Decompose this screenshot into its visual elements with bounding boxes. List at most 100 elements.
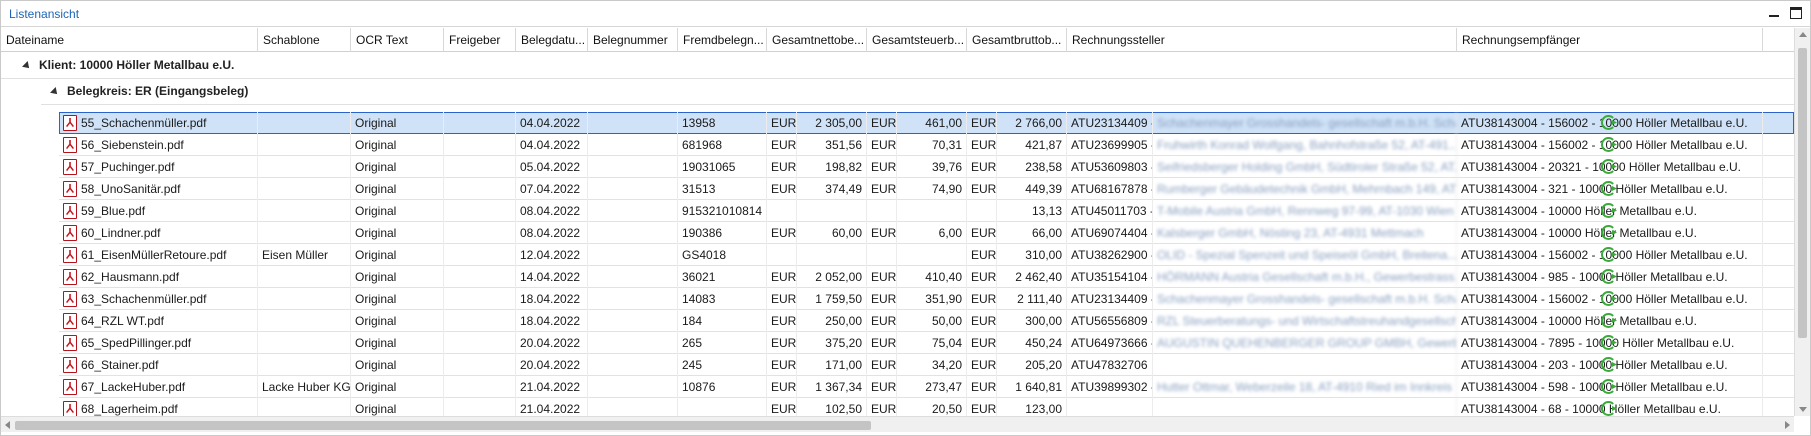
cell-belegnummer <box>588 288 678 310</box>
cell-fremdbelegnummer: 681968 <box>678 134 767 156</box>
expand-arrow-icon[interactable] <box>22 60 32 71</box>
column-header-rechnungsempfaenger[interactable]: Rechnungsempfänger <box>1457 28 1763 52</box>
table-row[interactable]: 59_Blue.pdf Original 08.04.2022 91532101081… <box>59 200 1794 222</box>
table-row[interactable]: 56_Siebenstein.pdf Original 04.04.2022 6819… <box>59 134 1794 156</box>
sync-icon[interactable] <box>1601 203 1616 218</box>
column-header-fremdbelegnummer[interactable]: Fremdbelegn... <box>678 28 767 52</box>
column-header-rechnungssteller[interactable]: Rechnungssteller <box>1067 28 1457 52</box>
column-header-schablone[interactable]: Schablone <box>258 28 351 52</box>
table-row[interactable]: 65_SpedPillinger.pdf Original 20.04.2022 26… <box>59 332 1794 354</box>
column-header-belegdatum[interactable]: Belegdatu... <box>516 28 588 52</box>
scroll-up-icon[interactable] <box>1799 32 1807 37</box>
table-row[interactable]: 57_Puchinger.pdf Original 05.04.2022 190310… <box>59 156 1794 178</box>
table-row[interactable]: 67_LackeHuber.pdf Lacke Huber KG Original 2… <box>59 376 1794 398</box>
scroll-left-icon[interactable] <box>5 421 10 429</box>
sync-icon[interactable] <box>1601 159 1616 174</box>
scroll-down-icon[interactable] <box>1799 407 1807 412</box>
cell-dateiname: 58_UnoSanitär.pdf <box>59 178 258 200</box>
cell-belegnummer <box>588 156 678 178</box>
cell-currency: EUR <box>767 310 797 332</box>
cell-gesamtbrutto: 2 111,40 <box>997 288 1067 310</box>
cell-currency: EUR <box>767 332 797 354</box>
sync-icon[interactable] <box>1601 357 1616 372</box>
cell-fremdbelegnummer: 19031065 <box>678 156 767 178</box>
horizontal-scroll-thumb[interactable] <box>15 421 871 430</box>
cell-belegnummer <box>588 178 678 200</box>
group-header-belegkreis[interactable]: Belegkreis: ER (Eingangsbeleg) <box>50 78 248 104</box>
column-header-row: Dateiname Schablone OCR Text Freigeber B… <box>1 28 1794 52</box>
maximize-icon[interactable] <box>1790 7 1802 19</box>
group-header-klient[interactable]: Klient: 10000 Höller Metallbau e.U. <box>22 52 235 78</box>
cell-gesamtnetto: 1 759,50 <box>797 288 867 310</box>
cell-currency: EUR <box>767 288 797 310</box>
cell-rechnungssteller-name: AUGUSTIN QUEHENBERGER GROUP GMBH, Gewerb… <box>1153 332 1457 354</box>
sync-icon[interactable] <box>1601 269 1616 284</box>
column-header-dateiname[interactable]: Dateiname <box>1 28 258 52</box>
cell-belegnummer <box>588 112 678 134</box>
cell-freigeber <box>444 266 516 288</box>
cell-ocr-text: Original <box>351 354 444 376</box>
cell-gesamtbrutto: 13,13 <box>997 200 1067 222</box>
cell-currency: EUR <box>767 354 797 376</box>
table-row[interactable]: 66_Stainer.pdf Original 20.04.2022 245 EUR 17… <box>59 354 1794 376</box>
sync-icon[interactable] <box>1601 291 1616 306</box>
cell-currency: EUR <box>867 398 897 416</box>
cell-gesamtbrutto: 310,00 <box>997 244 1067 266</box>
cell-belegnummer <box>588 376 678 398</box>
group-label: Klient: 10000 Höller Metallbau e.U. <box>39 58 235 72</box>
cell-gesamtbrutto: 205,20 <box>997 354 1067 376</box>
cell-gesamtnetto: 375,20 <box>797 332 867 354</box>
column-header-freigeber[interactable]: Freigeber <box>444 28 516 52</box>
column-header-belegnummer[interactable]: Belegnummer <box>588 28 678 52</box>
table-row[interactable]: 55_Schachenmüller.pdf Original 04.04.2022 1… <box>59 112 1794 134</box>
cell-currency <box>967 200 997 222</box>
sync-icon[interactable] <box>1601 115 1616 130</box>
cell-schablone <box>258 266 351 288</box>
scroll-right-icon[interactable] <box>1785 421 1790 429</box>
cell-dateiname: 59_Blue.pdf <box>59 200 258 222</box>
sync-icon[interactable] <box>1601 313 1616 328</box>
cell-fremdbelegnummer: 184 <box>678 310 767 332</box>
cell-gesamtbrutto: 300,00 <box>997 310 1067 332</box>
column-header-gesamtsteuer[interactable]: Gesamtsteuerb... <box>867 28 967 52</box>
vertical-scroll-thumb[interactable] <box>1798 48 1807 338</box>
expand-arrow-icon[interactable] <box>50 86 60 97</box>
sync-icon[interactable] <box>1601 335 1616 350</box>
cell-dateiname: 63_Schachenmüller.pdf <box>59 288 258 310</box>
cell-gesamtsteuer: 34,20 <box>897 354 967 376</box>
table-row[interactable]: 58_UnoSanitär.pdf Original 07.04.2022 31513… <box>59 178 1794 200</box>
sync-icon[interactable] <box>1601 225 1616 240</box>
cell-dateiname: 62_Hausmann.pdf <box>59 266 258 288</box>
cell-freigeber <box>444 112 516 134</box>
cell-rechnungssteller-name: Fruhwirth Konrad Wolfgang, Bahnhofstraße… <box>1153 134 1457 156</box>
cell-fremdbelegnummer: 14083 <box>678 288 767 310</box>
cell-rechnungssteller-id: ATU39899302 - <box>1067 376 1153 398</box>
cell-ocr-text: Original <box>351 288 444 310</box>
table-row[interactable]: 62_Hausmann.pdf Original 14.04.2022 36021 EU… <box>59 266 1794 288</box>
sync-icon[interactable] <box>1601 379 1616 394</box>
table-row[interactable]: 68_Lagerheim.pdf Original 21.04.2022 EUR 102… <box>59 398 1794 416</box>
cell-dateiname: 61_EisenMüllerRetoure.pdf <box>59 244 258 266</box>
cell-gesamtnetto: 1 367,34 <box>797 376 867 398</box>
table-row[interactable]: 64_RZL WT.pdf Original 18.04.2022 184 EUR 250… <box>59 310 1794 332</box>
column-header-gesamtnetto[interactable]: Gesamtnettobe... <box>767 28 867 52</box>
cell-ocr-text: Original <box>351 156 444 178</box>
minimize-icon[interactable] <box>1768 7 1780 19</box>
sync-icon[interactable] <box>1601 247 1616 262</box>
sync-icon[interactable] <box>1601 137 1616 152</box>
sync-icon[interactable] <box>1601 401 1616 416</box>
column-header-gesamtbrutto[interactable]: Gesamtbruttob... <box>967 28 1067 52</box>
column-header-ocr-text[interactable]: OCR Text <box>351 28 444 52</box>
table-row[interactable]: 60_Lindner.pdf Original 08.04.2022 190386 EU… <box>59 222 1794 244</box>
cell-schablone <box>258 200 351 222</box>
table-row[interactable]: 61_EisenMüllerRetoure.pdf Eisen Müller Ori… <box>59 244 1794 266</box>
cell-currency: EUR <box>867 354 897 376</box>
cell-rechnungssteller-name: Seifriedsberger Holding GmbH, Südtiroler… <box>1153 156 1457 178</box>
vertical-scrollbar[interactable] <box>1794 28 1810 416</box>
cell-ocr-text: Original <box>351 266 444 288</box>
cell-currency: EUR <box>867 112 897 134</box>
sync-icon[interactable] <box>1601 181 1616 196</box>
cell-gesamtsteuer: 50,00 <box>897 310 967 332</box>
horizontal-scrollbar[interactable] <box>1 416 1794 432</box>
table-row[interactable]: 63_Schachenmüller.pdf Original 18.04.2022 1… <box>59 288 1794 310</box>
